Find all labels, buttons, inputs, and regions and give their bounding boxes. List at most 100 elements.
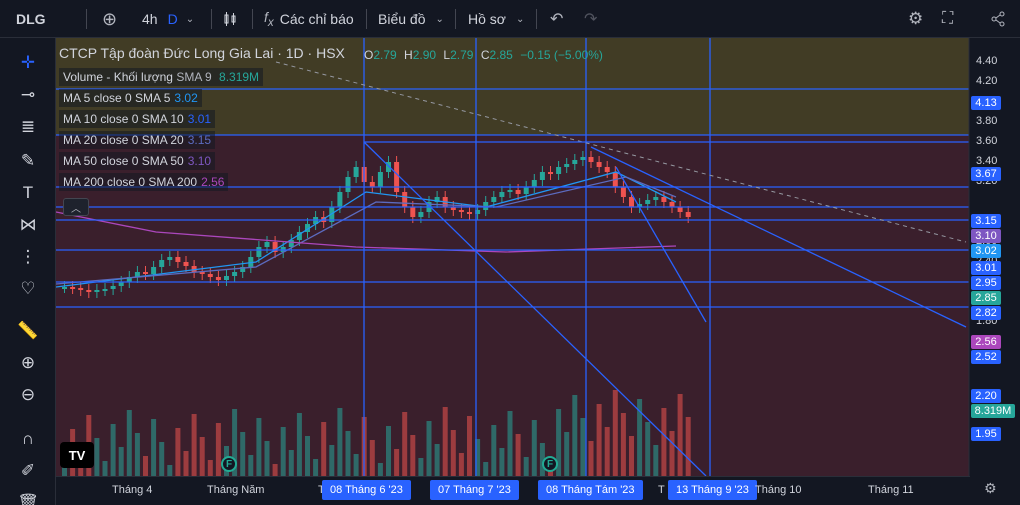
volume-bar <box>321 422 327 476</box>
drawing-toolbar: ✛ ⊸ ≣ ✎ T ⋈ ⋮ ♡ 📏 ⊕ ⊖ ∩ ✐ 🗑 <box>0 38 56 505</box>
brush-icon[interactable]: ✎ <box>12 148 44 174</box>
pattern-icon[interactable]: ⋈ <box>12 212 44 238</box>
compare-add-icon[interactable]: ⊕ <box>102 0 117 38</box>
volume-bar <box>669 431 675 476</box>
legend-collapse-button[interactable]: ︿ <box>63 198 89 216</box>
profile-button[interactable]: Hồ sơ ⌄ <box>468 0 524 38</box>
time-label: T <box>658 484 665 496</box>
gear-icon[interactable]: ⚙ <box>984 480 997 497</box>
candle-body <box>661 197 667 202</box>
candle-body <box>507 190 513 192</box>
volume-bar <box>580 418 586 476</box>
zoom-in-icon[interactable]: ⊕ <box>12 350 44 376</box>
toolbar-divider <box>211 9 212 29</box>
interval-button[interactable]: 4h D ⌄ <box>142 0 194 38</box>
volume-bar <box>588 441 594 476</box>
candle-body <box>580 157 586 160</box>
legend-title: CTCP Tập đoàn Đức Long Gia Lai · 1D · HS… <box>59 45 345 61</box>
volume-bar <box>629 436 634 476</box>
horizontal-line-icon[interactable]: ⊸ <box>12 82 44 108</box>
volume-bar <box>531 420 537 476</box>
volume-bar <box>126 410 132 476</box>
candle-body <box>256 247 262 257</box>
price-tag: 1.95 <box>971 427 1001 441</box>
heart-icon[interactable]: ♡ <box>12 276 44 302</box>
price-tag: 3.67 <box>971 167 1001 181</box>
legend-ma-row[interactable]: MA 200 close 0 SMA 200 2.56 <box>59 173 229 191</box>
gear-icon[interactable]: ⚙ <box>908 0 923 38</box>
legend-ma-row[interactable]: MA 50 close 0 SMA 50 3.10 <box>59 152 216 170</box>
volume-bar <box>369 440 375 476</box>
time-axis[interactable]: Tháng 4 Tháng Năm T 08 Tháng 6 '23 07 Th… <box>56 476 970 505</box>
chevron-down-icon: ⌄ <box>515 13 525 25</box>
candle-body <box>337 192 343 207</box>
candle-body <box>402 192 408 207</box>
volume-bar <box>118 447 124 476</box>
financials-marker-icon[interactable]: F <box>221 456 237 472</box>
volume-bar <box>175 428 181 476</box>
price-tag: 2.82 <box>971 306 1001 320</box>
indicators-button[interactable]: fx Các chỉ báo <box>264 0 354 38</box>
ohlc-open: 2.79 <box>373 48 397 62</box>
candle-body <box>94 290 100 292</box>
ruler-icon[interactable]: 📏 <box>12 318 44 344</box>
fib-lines-icon[interactable]: ≣ <box>12 114 44 140</box>
layout-button[interactable]: Biểu đồ ⌄ <box>378 0 444 38</box>
toolbar-divider <box>455 9 456 29</box>
volume-bar <box>483 462 489 476</box>
legend-ma-value: 3.15 <box>187 133 212 147</box>
legend-ma-row[interactable]: MA 20 close 0 SMA 20 3.15 <box>59 131 216 149</box>
toolbar-divider <box>366 9 367 29</box>
price-tag: 3.15 <box>971 214 1001 228</box>
chevron-down-icon: ⌄ <box>435 13 444 25</box>
candle-body <box>224 276 229 280</box>
volume-bar <box>272 464 278 476</box>
candle-body <box>620 187 626 197</box>
volume-bar <box>394 449 400 476</box>
legend-ma-row[interactable]: MA 10 close 0 SMA 10 3.01 <box>59 110 216 128</box>
volume-bar <box>523 457 529 476</box>
zoom-out-icon[interactable]: ⊖ <box>12 382 44 408</box>
time-label: Tháng 10 <box>755 484 802 496</box>
volume-bar <box>240 432 246 476</box>
volume-bar <box>377 463 383 476</box>
magnet-icon[interactable]: ∩ <box>12 426 44 452</box>
time-label: Tháng 4 <box>112 484 153 496</box>
financials-marker-icon[interactable]: F <box>542 456 558 472</box>
volume-bar <box>280 427 286 476</box>
fullscreen-icon[interactable]: ⛶ <box>942 0 953 38</box>
legend-ma-name: MA 20 close 0 SMA 20 <box>63 133 184 147</box>
crosshair-icon[interactable]: ✛ <box>12 50 44 76</box>
ohlc-readout: O2.79 H2.90 L2.79 C2.85 −0.15 (−5.00%) <box>364 48 607 62</box>
top-toolbar: DLG ⊕ 4h D ⌄ fx Các chỉ báo Biểu đồ ⌄ Hồ… <box>0 0 1020 38</box>
volume-bar <box>410 435 416 476</box>
candle-body <box>572 160 578 164</box>
prediction-icon[interactable]: ⋮ <box>12 244 44 270</box>
text-icon[interactable]: T <box>12 180 44 206</box>
toolbar-divider <box>252 9 253 29</box>
volume-bar <box>467 416 472 476</box>
legend-ma-row[interactable]: MA 5 close 0 SMA 5 3.02 <box>59 89 202 107</box>
time-label: Tháng Năm <box>207 484 265 496</box>
symbol-search[interactable]: DLG <box>16 0 46 38</box>
lock-drawing-icon[interactable]: ✐ <box>12 458 44 484</box>
undo-icon[interactable]: ↶ <box>550 0 563 38</box>
candle-body <box>531 180 537 187</box>
volume-bar <box>499 448 505 476</box>
volume-bar <box>199 437 205 476</box>
candle-body <box>70 287 76 289</box>
share-icon[interactable] <box>990 0 1006 38</box>
volume-bar <box>313 459 319 476</box>
candles-icon[interactable] <box>222 0 238 38</box>
candle-body <box>653 197 659 200</box>
legend-ma-name: MA 10 close 0 SMA 10 <box>63 112 184 126</box>
volume-bar <box>143 456 148 476</box>
volume-bar <box>248 455 254 476</box>
legend-ma-name: MA 5 close 0 SMA 5 <box>63 91 171 105</box>
trash-icon[interactable]: 🗑 <box>12 490 44 505</box>
redo-icon[interactable]: ↷ <box>584 0 597 38</box>
volume-bar <box>353 454 359 476</box>
tradingview-logo[interactable]: TV <box>60 442 94 468</box>
legend-volume[interactable]: Volume - Khối lượng SMA 9 8.319M <box>59 68 264 86</box>
price-tag: 2.52 <box>971 350 1001 364</box>
